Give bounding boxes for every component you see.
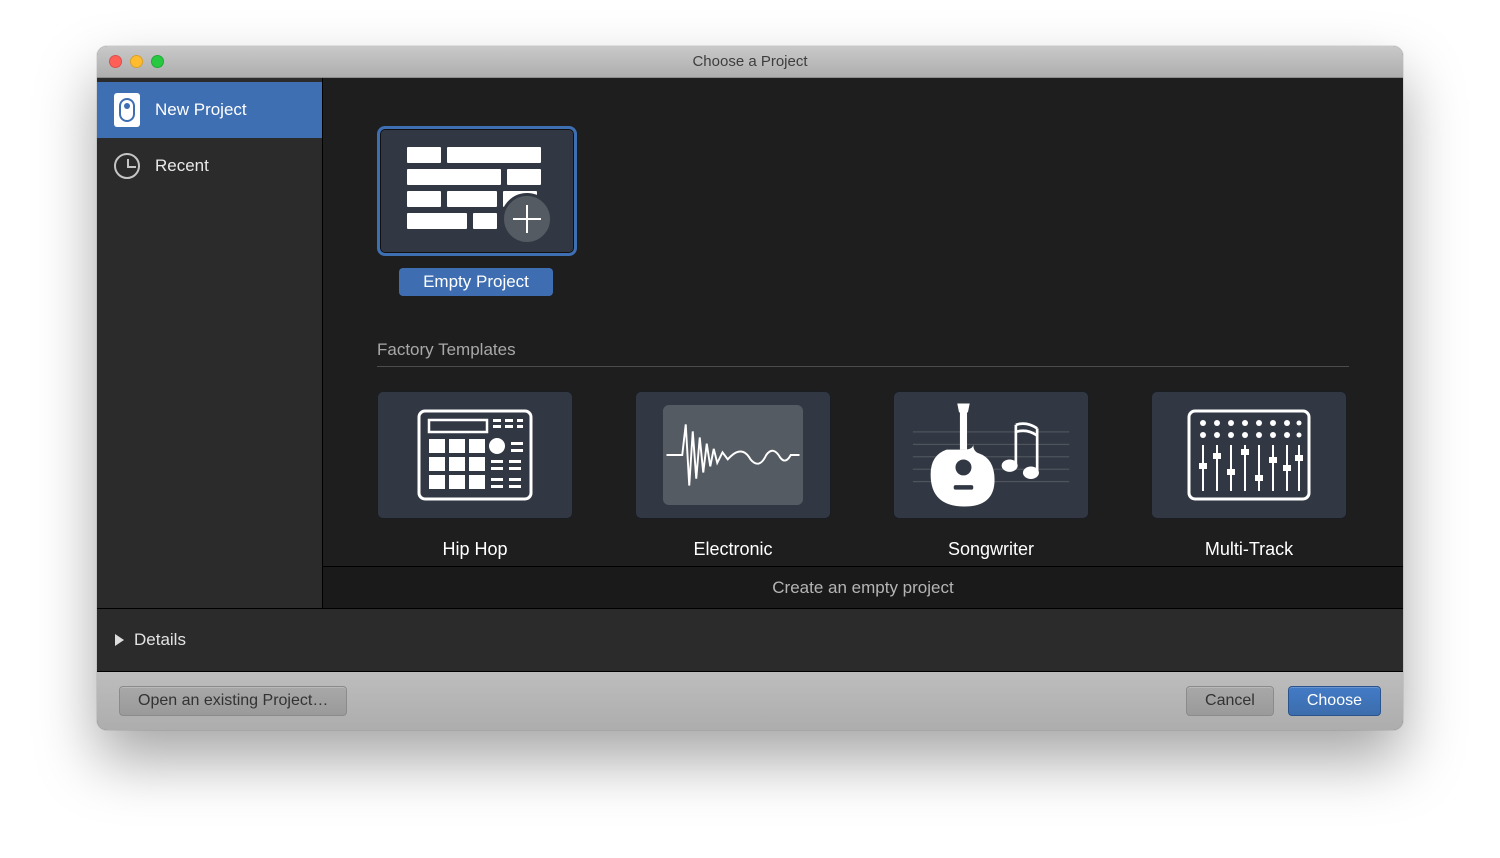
status-description: Create an empty project [323,566,1403,608]
project-chooser-dialog: Choose a Project New Project Recent [97,46,1403,730]
drum-machine-icon [405,405,545,505]
sidebar-item-new-project[interactable]: New Project [97,82,322,138]
template-label: Songwriter [948,539,1034,560]
template-label: Electronic [693,539,772,560]
template-electronic[interactable]: Electronic [635,391,831,560]
content-scroll: Empty Project Factory Templates [323,78,1403,566]
electronic-card [635,391,831,519]
new-project-icon [113,96,141,124]
section-factory-templates: Factory Templates [377,340,1349,367]
empty-project-art [407,147,547,239]
cancel-button[interactable]: Cancel [1186,686,1274,716]
sidebar-item-label: New Project [155,100,247,120]
zoom-window-button[interactable] [151,55,164,68]
hip-hop-card [377,391,573,519]
template-row: Hip Hop Electronic [377,391,1349,560]
template-songwriter[interactable]: Songwriter [893,391,1089,560]
empty-project-block: Empty Project [377,126,577,296]
template-hip-hop[interactable]: Hip Hop [377,391,573,560]
details-label: Details [134,630,186,650]
plus-icon [501,193,553,245]
songwriter-card [893,391,1089,519]
details-disclosure[interactable]: Details [97,608,1403,672]
titlebar: Choose a Project [97,46,1403,78]
multi-track-card [1151,391,1347,519]
choose-button[interactable]: Choose [1288,686,1381,716]
clock-icon [113,152,141,180]
guitar-notes-icon [904,391,1078,519]
mixer-icon [1179,405,1319,505]
sidebar-item-recent[interactable]: Recent [97,138,322,194]
sidebar: New Project Recent [97,78,323,608]
close-window-button[interactable] [109,55,122,68]
template-label: Hip Hop [442,539,507,560]
open-existing-button[interactable]: Open an existing Project… [119,686,347,716]
main-content: Empty Project Factory Templates [323,78,1403,608]
window-controls [97,55,164,68]
empty-project-label: Empty Project [399,268,553,296]
template-multi-track[interactable]: Multi-Track [1151,391,1347,560]
sidebar-item-label: Recent [155,156,209,176]
dialog-body: New Project Recent [97,78,1403,608]
window-title: Choose a Project [97,53,1403,70]
template-label: Multi-Track [1205,539,1293,560]
template-empty-project[interactable] [377,126,577,256]
waveform-icon [663,405,803,505]
dialog-footer: Open an existing Project… Cancel Choose [97,672,1403,730]
minimize-window-button[interactable] [130,55,143,68]
disclosure-triangle-icon [115,634,124,646]
